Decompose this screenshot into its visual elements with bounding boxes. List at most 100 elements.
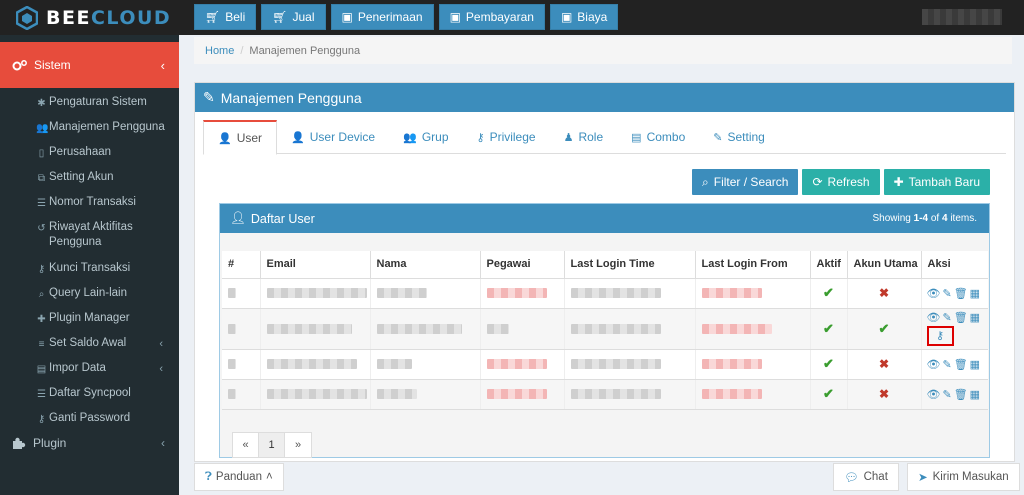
breadcrumb-separator: /	[240, 44, 244, 57]
chevron-up-icon: ˄	[265, 471, 273, 483]
send-feedback-button[interactable]: ➤ Kirim Masukan	[907, 463, 1020, 491]
page-title: Manajemen Pengguna	[220, 89, 362, 106]
calculator-icon[interactable]: ▦	[970, 288, 980, 300]
edit-pencil-icon[interactable]: ✎	[942, 359, 951, 371]
balance-icon: ≡	[38, 339, 45, 350]
chevron-left-icon: ‹	[161, 436, 165, 450]
tab-role[interactable]: ♟ Role	[550, 120, 618, 154]
nav-penerimaan-button[interactable]: ▣ Penerimaan	[330, 4, 434, 30]
user-menu[interactable]	[922, 9, 1002, 25]
col-akun-utama[interactable]: Akun Utama	[847, 251, 922, 279]
tab-setting[interactable]: ✎ Setting	[699, 120, 779, 154]
question-icon: ❓︎	[205, 470, 212, 483]
refresh-icon: ⟳	[812, 175, 823, 189]
col-email[interactable]: Email	[260, 251, 371, 279]
brand-part1: BEE	[46, 7, 91, 29]
edit-pencil-icon[interactable]: ✎	[942, 288, 951, 300]
sidebar-item-kunci-transaksi[interactable]: ⚷ Kunci Transaksi	[0, 256, 179, 281]
table-row: ✔ ✔ 👁︎ ✎ 🗑︎ ▦ ⚷	[222, 308, 988, 350]
calculator-icon[interactable]: ▦	[970, 312, 980, 324]
search-icon: ⌕	[38, 289, 45, 300]
user-table: # Email Nama Pegawai Last Login Time Las…	[222, 251, 988, 410]
view-icon[interactable]: 👁︎	[927, 312, 941, 324]
calculator-icon[interactable]: ▦	[970, 359, 980, 371]
sidebar-item-daftar-syncpool[interactable]: ☰ Daftar Syncpool	[0, 381, 179, 406]
primary-cross-icon: ✖	[847, 379, 922, 410]
chat-button[interactable]: 💬︎ Chat	[833, 463, 899, 491]
reset-password-key-icon[interactable]: ⚷	[926, 326, 954, 346]
brand-logo[interactable]: BEE CLOUD	[16, 5, 171, 31]
breadcrumb-home-link[interactable]: Home	[205, 45, 234, 57]
sidebar-item-setting-akun[interactable]: ⧉ Setting Akun	[0, 165, 179, 190]
refresh-button[interactable]: ⟳ Refresh	[802, 169, 880, 195]
add-new-button[interactable]: ✚ Tambah Baru	[883, 169, 990, 195]
cart-icon: 🛒︎	[205, 10, 221, 24]
view-icon[interactable]: 👁︎	[927, 389, 941, 401]
primary-cross-icon: ✖	[847, 349, 922, 380]
trash-icon[interactable]: 🗑︎	[954, 288, 968, 300]
user-list-title: Daftar User	[250, 211, 315, 226]
sidebar-item-plugin-manager[interactable]: ✚ Plugin Manager	[0, 306, 179, 331]
money-icon: ▣	[341, 10, 353, 24]
edit-pencil-icon[interactable]: ✎	[942, 312, 951, 324]
sidebar-item-ganti-password[interactable]: ⚷ Ganti Password	[0, 406, 179, 431]
edit-icon: ✎	[713, 131, 723, 144]
trash-icon[interactable]: 🗑︎	[954, 359, 968, 371]
col-pegawai[interactable]: Pegawai	[480, 251, 565, 279]
sidebar-item-perusahaan[interactable]: ▯ Perusahaan	[0, 140, 179, 165]
filter-search-button[interactable]: ⌕ Filter / Search	[692, 169, 799, 195]
cart-icon: 🛒︎	[272, 10, 288, 24]
sidebar-section-sistem[interactable]: Sistem ‹	[0, 42, 179, 88]
paper-plane-icon: ➤	[918, 472, 928, 484]
view-icon[interactable]: 👁︎	[927, 288, 941, 300]
nav-jual-button[interactable]: 🛒︎ Jual	[261, 4, 326, 30]
pager-page-1[interactable]: 1	[259, 433, 285, 457]
sidebar-section-plugin[interactable]: Plugin ‹	[0, 433, 179, 453]
sidebar-item-set-saldo-awal[interactable]: ≡ Set Saldo Awal ‹	[0, 331, 179, 356]
sidebar-item-impor-data[interactable]: ▤ Impor Data ‹	[0, 356, 179, 381]
building-icon: ▯	[38, 148, 45, 159]
search-icon: ⌕	[702, 174, 709, 189]
pager-prev[interactable]: «	[233, 433, 259, 457]
trash-icon[interactable]: 🗑︎	[954, 312, 968, 324]
money-icon: ▣	[560, 10, 573, 24]
col-nama[interactable]: Nama	[370, 251, 481, 279]
nav-beli-button[interactable]: 🛒︎ Beli	[194, 4, 257, 30]
guide-button[interactable]: ❓︎ Panduan ˄	[194, 463, 284, 491]
gear-icon: ✱	[37, 98, 46, 109]
book-icon: ▤	[631, 131, 642, 144]
sidebar-item-pengaturan-sistem[interactable]: ✱ Pengaturan Sistem	[0, 90, 179, 115]
copy-icon: ⧉	[37, 173, 46, 184]
key-icon: ⚷	[476, 131, 485, 144]
sidebar-item-nomor-transaksi[interactable]: ☰ Nomor Transaksi	[0, 190, 179, 215]
edit-pencil-icon[interactable]: ✎	[942, 389, 951, 401]
sidebar-item-manajemen-pengguna[interactable]: 👥 Manajemen Pengguna	[0, 115, 179, 140]
puzzle-icon	[13, 437, 26, 449]
trash-icon[interactable]: 🗑︎	[954, 389, 968, 401]
pager-next[interactable]: »	[285, 433, 311, 457]
nav-biaya-button[interactable]: ▣ Biaya	[549, 4, 619, 30]
tab-privilege[interactable]: ⚷ Privilege	[463, 120, 550, 154]
col-last-login-time[interactable]: Last Login Time	[564, 251, 696, 279]
col-number[interactable]: #	[222, 251, 261, 279]
nav-pembayaran-button[interactable]: ▣ Pembayaran	[438, 4, 545, 30]
tab-user-device[interactable]: 👤 User Device	[277, 120, 389, 154]
tab-combo[interactable]: ▤ Combo	[617, 120, 699, 154]
view-icon[interactable]: 👁︎	[927, 359, 941, 371]
sidebar-item-query-lain-lain[interactable]: ⌕ Query Lain-lain	[0, 281, 179, 306]
col-last-login-from[interactable]: Last Login From	[695, 251, 811, 279]
tab-grup[interactable]: 👥 Grup	[389, 120, 462, 154]
list-icon: ☰	[37, 389, 46, 400]
user-icon: 👤	[291, 131, 305, 144]
tab-user[interactable]: 👤 User	[203, 120, 278, 155]
col-aktif[interactable]: Aktif	[810, 251, 848, 279]
sidebar-menu: ✱ Pengaturan Sistem 👥 Manajemen Pengguna ▯…	[0, 90, 179, 431]
panel-header: ✎ Manajemen Pengguna	[195, 83, 1014, 112]
col-aksi: Aksi	[921, 251, 988, 279]
key-icon: ⚷	[37, 264, 46, 275]
chevron-left-icon: ‹	[159, 338, 163, 350]
calculator-icon[interactable]: ▦	[970, 389, 980, 401]
chevron-left-icon: ‹	[159, 363, 163, 375]
sidebar-item-riwayat-aktifitas[interactable]: ↺ Riwayat Aktifitas Pengguna	[0, 215, 179, 256]
table-row: ✔ ✖ 👁︎ ✎ 🗑︎ ▦	[222, 278, 988, 309]
